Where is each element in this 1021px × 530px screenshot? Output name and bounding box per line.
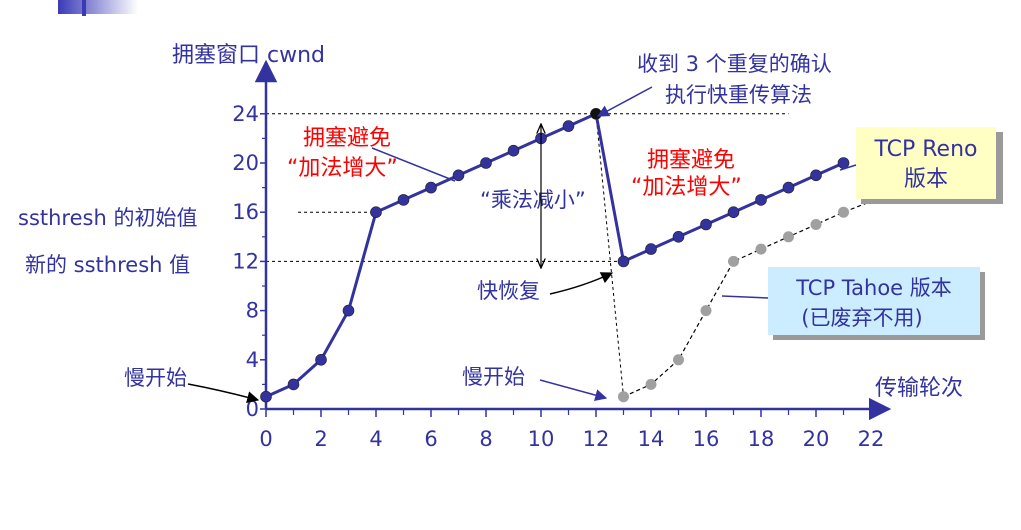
tahoe-point (673, 354, 684, 366)
ssthresh-new-label: 新的 ssthresh 值 (25, 253, 190, 277)
reno-point (397, 194, 410, 206)
tahoe-label-line1: TCP Tahoe 版本 (795, 276, 952, 300)
y-tick-label: 4 (246, 348, 259, 372)
x-axis-label: 传输轮次 (875, 376, 963, 401)
reno-point (507, 144, 520, 157)
reno-point (425, 181, 437, 194)
reno-point (370, 206, 382, 218)
dupack-arrow (596, 86, 653, 117)
fast-recovery-label: 快恢复 (477, 279, 540, 303)
slow-start-label-2: 慢开始 (462, 365, 525, 389)
tahoe-label-line2: (已废弃不用) (801, 306, 922, 330)
slow-start-label-1: 慢开始 (124, 366, 187, 390)
reno-point (672, 231, 685, 243)
x-tick-label: 14 (638, 427, 665, 451)
x-tick-label: 0 (259, 427, 272, 451)
tahoe-point (618, 391, 629, 403)
x-tick-label: 2 (314, 427, 327, 451)
fast-recovery-arrow (549, 272, 614, 295)
reno-point (727, 206, 740, 218)
ssthresh-init-label: ssthresh 的初始值 (18, 206, 197, 230)
x-tick-label: 10 (528, 427, 555, 451)
x-tick-label: 6 (424, 427, 437, 451)
reno-point (810, 169, 822, 182)
reno-point (755, 194, 767, 206)
reno-point (480, 157, 492, 169)
reno-point (452, 169, 465, 182)
drop-to-slow-start (595, 113, 624, 397)
reno-point (782, 181, 795, 194)
ca2-label-line1: 拥塞避免 (647, 148, 735, 173)
reno-point (617, 255, 630, 268)
y-tick-label: 20 (232, 151, 259, 175)
reno-point (645, 243, 657, 255)
tahoe-point (810, 219, 822, 230)
reno-point (562, 120, 575, 132)
x-tick-label: 4 (369, 427, 382, 451)
ca1-label-line2: “加法增大” (287, 156, 398, 181)
x-tick-label: 8 (479, 427, 492, 451)
reno-point (315, 353, 327, 366)
reno-point (590, 108, 602, 120)
y-tick-label: 8 (246, 299, 259, 323)
ca2-label-line2: “加法增大” (631, 175, 742, 200)
y-tick-label: 24 (232, 102, 259, 126)
ca1-label-line1: 拥塞避免 (303, 126, 391, 151)
tahoe-point (838, 206, 849, 218)
x-tick-label: 18 (748, 427, 775, 451)
tahoe-point (700, 305, 712, 317)
slow-start-arrow-2 (539, 379, 608, 401)
x-tick-label: 22 (858, 427, 885, 451)
slow-start-arrow-1 (187, 383, 260, 404)
x-tick-label: 12 (583, 427, 610, 451)
dupack-label-line1: 收到 3 个重复的确认 (637, 52, 832, 76)
reno-point (342, 304, 355, 317)
dupack-label-line2: 执行快重传算法 (665, 83, 812, 107)
reno-point (260, 390, 272, 403)
y-tick-label: 0 (246, 397, 259, 421)
reno-point (700, 218, 712, 231)
y-tick-label: 16 (232, 200, 259, 224)
series-layer (260, 108, 866, 403)
corner-decoration (58, 0, 138, 16)
tahoe-point (728, 255, 739, 267)
y-tick-label: 12 (232, 249, 259, 273)
x-tick-label: 20 (803, 427, 830, 451)
tahoe-pointer (721, 295, 769, 299)
chart: 0 2 4 6 8 10 12 14 16 18 20 2204812162024 拥塞窗口 cwnd… (18, 0, 1003, 451)
tahoe-point (755, 243, 767, 255)
y-axis-label: 拥塞窗口 cwnd (172, 43, 325, 68)
x-tick-label: 16 (693, 427, 720, 451)
tahoe-point (783, 231, 794, 243)
reno-point (837, 157, 850, 169)
reno-point (287, 378, 300, 391)
axes: 0 2 4 6 8 10 12 14 16 18 20 2204812162024 (232, 59, 892, 451)
reno-label-line1: TCP Reno (873, 137, 977, 162)
tahoe-point (645, 378, 657, 390)
md-label: “乘法减小” (480, 188, 586, 212)
reno-label-line2: 版本 (904, 167, 948, 192)
